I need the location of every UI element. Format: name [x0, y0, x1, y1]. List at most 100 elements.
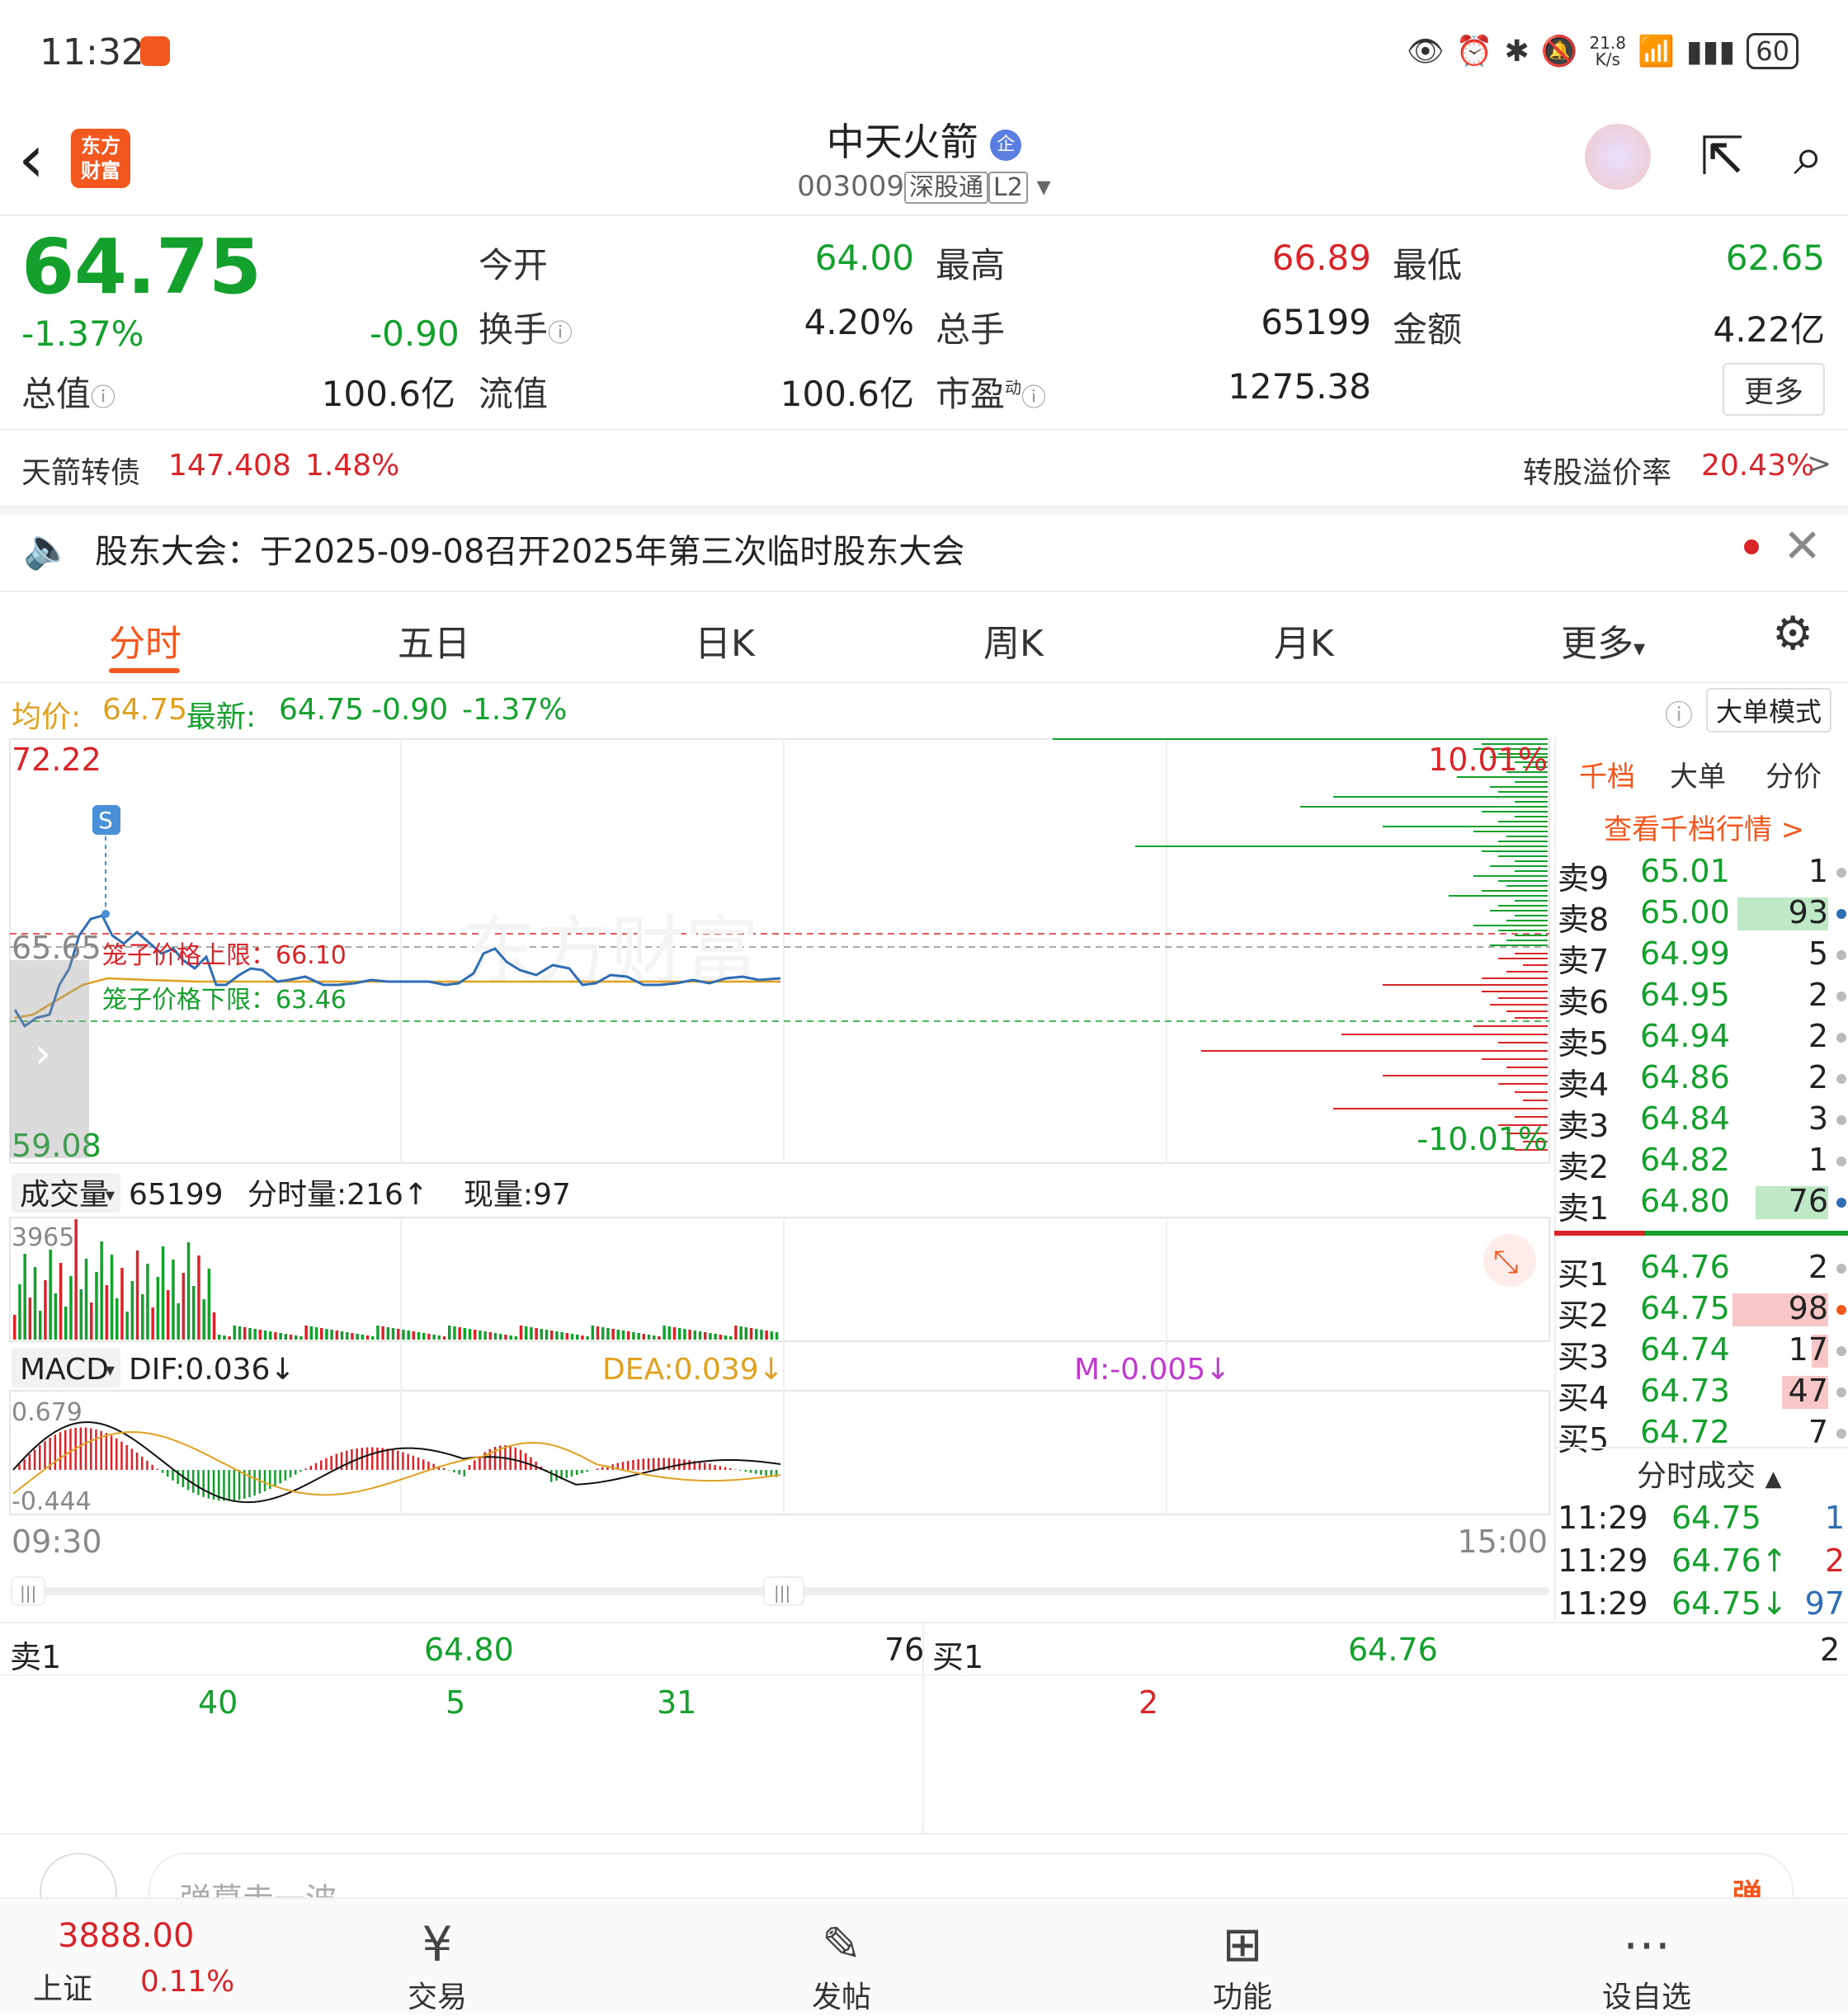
volume-minute: 分时量:216↑: [248, 1178, 428, 1212]
m-value: M:-0.005↓: [1074, 1353, 1230, 1387]
more-button[interactable]: 更多: [1723, 363, 1825, 416]
ask-row[interactable]: 卖5 64.94 2: [1554, 1018, 1848, 1059]
queue-sell-vol: 76: [884, 1632, 924, 1668]
volume-total: 65199: [129, 1178, 224, 1212]
last-price: 64.75: [21, 223, 262, 311]
app-notification-icon: [140, 36, 170, 66]
index-name[interactable]: 上证: [33, 1965, 92, 2008]
bluetooth-icon: ✱: [1504, 35, 1529, 68]
index-value[interactable]: 3888.00: [58, 1917, 194, 1955]
intraday-chart[interactable]: 东方财富 S 72.22 65.65 59.08 10.01% -10.01% …: [0, 737, 1551, 1620]
bid-row[interactable]: 买1 64.76 2: [1554, 1249, 1848, 1290]
close-icon[interactable]: ✕: [1783, 520, 1822, 573]
stock-code-line[interactable]: 003009深股通L2 ▾: [0, 167, 1848, 203]
turnover-label[interactable]: 换手ⓘ: [478, 302, 573, 352]
pe-label[interactable]: 市盈动ⓘ: [936, 366, 1046, 417]
bid-row[interactable]: 买4 64.73 47: [1554, 1373, 1848, 1414]
eye-icon: 👁: [1407, 34, 1445, 68]
gear-icon[interactable]: ⚙: [1772, 607, 1813, 661]
chart-svg[interactable]: 东方财富 S 72.22 65.65 59.08 10.01% -10.01% …: [0, 737, 1551, 1620]
stock-code: 003009: [797, 170, 904, 203]
avg-value: 64.75: [102, 693, 187, 727]
bond-name: 天箭转债: [21, 449, 140, 492]
stock-name: 中天火箭 企: [0, 112, 1848, 167]
ask-row[interactable]: 卖4 64.86 2: [1554, 1059, 1848, 1100]
ymax-label: 72.22: [12, 742, 101, 778]
convertible-bond-row[interactable]: 天箭转债 147.408 1.48% 转股溢价率 20.43% >: [0, 429, 1848, 515]
open-value: 64.00: [815, 238, 914, 278]
help-icon[interactable]: ⓘ: [1665, 693, 1693, 733]
notice-text: 股东大会：于2025-09-08召开2025年第三次临时股东大会: [95, 525, 964, 572]
bond-pct: 1.48%: [305, 449, 399, 483]
nav-trade[interactable]: ¥交易: [355, 1915, 520, 2016]
ticks-title[interactable]: 分时成交 ▲: [1637, 1452, 1781, 1495]
index-pct[interactable]: 0.11%: [140, 1965, 234, 1999]
status-dot-icon: [1836, 950, 1846, 960]
search-icon[interactable]: ⌕: [1794, 126, 1823, 187]
queue-sell-order: 40: [198, 1684, 238, 1721]
bid-row[interactable]: 买2 64.75 98: [1554, 1290, 1848, 1331]
bond-price: 147.408: [168, 449, 291, 483]
tab-five-day[interactable]: 五日: [398, 614, 470, 667]
order-queue: 卖1 64.80 76 买1 64.76 2 40 5 31 2: [0, 1622, 1848, 1835]
book-tab-price-split[interactable]: 分价: [1766, 754, 1822, 794]
bid-row[interactable]: 买3 64.74 17: [1554, 1331, 1848, 1373]
more-circle-icon: ⋯: [1564, 1915, 1729, 1973]
queue-buy-price: 64.76: [1348, 1632, 1438, 1668]
intraday-info-line: 均价: 64.75 最新: 64.75 -0.90 -1.37% ⓘ 大单模式: [0, 685, 1848, 739]
enterprise-badge-icon: 企: [990, 130, 1021, 161]
ask-row[interactable]: 卖7 64.99 5: [1554, 935, 1848, 977]
down-limit-pct: -10.01%: [1417, 1121, 1548, 1157]
info-pct: -1.37%: [462, 693, 567, 727]
assistant-avatar[interactable]: [1585, 124, 1651, 190]
big-order-mode-button[interactable]: 大单模式: [1706, 688, 1832, 732]
tab-weekly-k[interactable]: 周K: [983, 614, 1044, 667]
status-dot-icon: [1836, 1156, 1846, 1166]
svg-text:|||: |||: [20, 1583, 36, 1603]
dea-value: DEA:0.039↓: [602, 1353, 784, 1387]
mktcap-label[interactable]: 总值ⓘ: [21, 366, 116, 417]
book-tab-depth[interactable]: 千档: [1579, 754, 1635, 794]
share-icon[interactable]: ⇱: [1700, 126, 1745, 187]
nav-post[interactable]: ✎发帖: [759, 1915, 924, 2016]
avg-label: 均价:: [12, 693, 81, 736]
ask-row[interactable]: 卖3 64.84 3: [1554, 1100, 1848, 1142]
notice-bar[interactable]: 🔈 股东大会：于2025-09-08召开2025年第三次临时股东大会 ✕: [0, 505, 1848, 592]
cage-lower-label: 笼子价格下限：63.46: [102, 986, 346, 1015]
ask-row[interactable]: 卖2 64.82 1: [1554, 1142, 1848, 1183]
bid-row[interactable]: 买5 64.72 7: [1554, 1414, 1848, 1455]
up-limit-pct: 10.01%: [1428, 742, 1548, 778]
ask-row[interactable]: 卖8 65.00 93: [1554, 894, 1848, 935]
view-depth-link[interactable]: 查看千档行情 >: [1604, 807, 1804, 847]
queue-sell-order: 5: [446, 1684, 465, 1721]
active-tab-indicator: [109, 668, 180, 673]
info-icon: ⓘ: [1021, 384, 1046, 412]
status-dot-icon: [1836, 1305, 1846, 1315]
tab-monthly-k[interactable]: 月K: [1274, 614, 1334, 667]
nav-add-watchlist[interactable]: ⋯设自选: [1564, 1915, 1729, 2016]
status-dot-icon: [1836, 909, 1846, 919]
chevron-right-icon: ›: [35, 1029, 51, 1077]
svg-text:▾: ▾: [106, 1360, 115, 1381]
float-label: 流值: [478, 366, 548, 417]
status-dot-icon: [1836, 1033, 1846, 1043]
tick-row: 11:29 64.76↑ 2: [1554, 1543, 1848, 1585]
status-bar: 11:32 👁 ⏰ ✱ 🔕 21.8K/s 📶 ▮▮▮ 60: [0, 0, 1848, 107]
status-time: 11:32: [40, 31, 144, 73]
ask-row[interactable]: 卖6 64.95 2: [1554, 977, 1848, 1018]
status-dot-icon: [1836, 1346, 1846, 1356]
ask-row[interactable]: 卖9 65.01 1: [1554, 853, 1848, 894]
tab-intraday[interactable]: 分时: [109, 614, 182, 667]
edit-icon: ✎: [759, 1915, 924, 1973]
tab-daily-k[interactable]: 日K: [695, 614, 755, 667]
book-tab-big-order[interactable]: 大单: [1670, 754, 1726, 794]
last-value: 64.75: [279, 693, 364, 727]
tick-row: 11:29 64.75 1: [1554, 1500, 1848, 1543]
tab-more[interactable]: 更多▾: [1561, 614, 1645, 667]
comment-bar: 弹幕走一波 弹: [0, 1835, 1848, 1897]
nav-functions[interactable]: ⊞功能: [1160, 1915, 1325, 2016]
dropdown-icon[interactable]: ▾: [1037, 170, 1051, 203]
ask-row[interactable]: 卖1 64.80 76: [1554, 1183, 1848, 1224]
queue-sell-label: 卖1: [10, 1632, 61, 1677]
float-value: 100.6亿: [780, 366, 914, 417]
